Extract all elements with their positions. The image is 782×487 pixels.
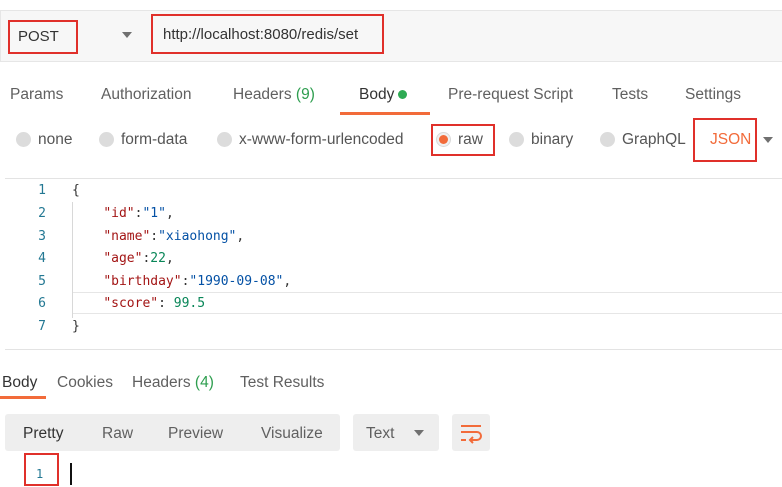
text-cursor bbox=[70, 463, 72, 485]
response-line-number: 1 bbox=[36, 467, 44, 481]
response-tab-test-results[interactable]: Test Results bbox=[240, 374, 324, 392]
code-line: "age":22, bbox=[72, 251, 174, 266]
response-tab-cookies[interactable]: Cookies bbox=[57, 374, 113, 392]
radio-none-label[interactable]: none bbox=[38, 131, 72, 149]
code-line: { bbox=[72, 183, 80, 198]
line-number: 6 bbox=[38, 296, 46, 311]
tab-body[interactable]: Body bbox=[359, 86, 408, 104]
format-select-label: Text bbox=[366, 425, 395, 442]
json-value: "1" bbox=[142, 206, 166, 221]
tab-authorization-label: Authorization bbox=[101, 86, 192, 103]
view-preview-button[interactable]: Preview bbox=[168, 425, 223, 443]
tab-settings[interactable]: Settings bbox=[685, 86, 741, 104]
tab-tests-label: Tests bbox=[612, 86, 649, 103]
response-headers-count-badge: (4) bbox=[194, 374, 214, 391]
json-sep: : bbox=[158, 296, 174, 311]
view-visualize-button[interactable]: Visualize bbox=[261, 425, 323, 443]
method-label: POST bbox=[18, 28, 59, 45]
headers-count-badge: (9) bbox=[295, 86, 315, 103]
code-line: } bbox=[72, 319, 80, 334]
radio-form-data[interactable] bbox=[99, 132, 114, 147]
chevron-down-icon[interactable] bbox=[414, 430, 424, 436]
json-comma: , bbox=[236, 229, 245, 244]
json-comma: , bbox=[165, 206, 174, 221]
response-tab-cookies-label: Cookies bbox=[57, 374, 113, 391]
json-comma: , bbox=[283, 274, 292, 289]
method-select[interactable]: POST bbox=[8, 20, 78, 54]
language-select[interactable]: JSON bbox=[710, 131, 751, 149]
json-comma: , bbox=[165, 251, 174, 266]
tab-params[interactable]: Params bbox=[10, 86, 63, 104]
line-number: 2 bbox=[38, 206, 46, 221]
response-tab-headers[interactable]: Headers (4) bbox=[132, 374, 214, 392]
tab-pre-request-label: Pre-request Script bbox=[448, 86, 573, 103]
request-bar bbox=[0, 10, 782, 62]
open-brace: { bbox=[72, 183, 80, 198]
json-value: 22 bbox=[150, 251, 166, 266]
response-active-tab-indicator bbox=[0, 396, 46, 399]
tab-tests[interactable]: Tests bbox=[612, 86, 648, 104]
radio-raw-label[interactable]: raw bbox=[458, 131, 483, 149]
line-number: 1 bbox=[38, 183, 46, 198]
url-input[interactable]: http://localhost:8080/redis/set bbox=[151, 14, 384, 54]
json-key: "age" bbox=[103, 251, 143, 266]
chevron-down-icon[interactable] bbox=[122, 32, 132, 38]
line-number: 7 bbox=[38, 319, 46, 334]
radio-raw[interactable] bbox=[436, 132, 451, 147]
line-number: 4 bbox=[38, 251, 46, 266]
wrap-lines-button[interactable] bbox=[452, 414, 490, 451]
wrap-lines-icon bbox=[461, 425, 482, 444]
radio-urlencoded[interactable] bbox=[217, 132, 232, 147]
json-key: "birthday" bbox=[103, 274, 182, 289]
response-tab-body[interactable]: Body bbox=[2, 374, 37, 392]
line-number: 3 bbox=[38, 229, 46, 244]
json-sep: : bbox=[150, 229, 159, 244]
line-number: 5 bbox=[38, 274, 46, 289]
close-brace: } bbox=[72, 319, 80, 334]
code-line: "id":"1", bbox=[72, 206, 174, 221]
response-tab-body-label: Body bbox=[2, 374, 38, 391]
code-line: "score": 99.5 bbox=[72, 296, 205, 311]
tab-settings-label: Settings bbox=[685, 86, 742, 103]
json-value: "xiaohong" bbox=[158, 229, 237, 244]
view-pretty-button[interactable]: Pretty bbox=[23, 425, 63, 443]
status-dot-icon bbox=[398, 90, 408, 100]
radio-binary[interactable] bbox=[509, 132, 524, 147]
tab-pre-request-script[interactable]: Pre-request Script bbox=[448, 86, 573, 104]
chevron-down-icon[interactable] bbox=[763, 137, 773, 143]
response-tab-headers-label: Headers bbox=[132, 374, 191, 391]
radio-graphql[interactable] bbox=[600, 132, 615, 147]
url-text: http://localhost:8080/redis/set bbox=[163, 26, 359, 43]
tab-authorization[interactable]: Authorization bbox=[101, 86, 191, 104]
radio-graphql-label[interactable]: GraphQL bbox=[622, 131, 686, 149]
radio-urlencoded-label[interactable]: x-www-form-urlencoded bbox=[239, 131, 404, 149]
json-key: "score" bbox=[103, 296, 159, 311]
response-tab-test-results-label: Test Results bbox=[240, 374, 325, 391]
json-value: "1990-09-08" bbox=[189, 274, 284, 289]
code-line: "birthday":"1990-09-08", bbox=[72, 274, 291, 289]
radio-none[interactable] bbox=[16, 132, 31, 147]
code-line: "name":"xiaohong", bbox=[72, 229, 244, 244]
tab-headers[interactable]: Headers (9) bbox=[233, 86, 315, 104]
radio-binary-label[interactable]: binary bbox=[531, 131, 573, 149]
radio-form-data-label[interactable]: form-data bbox=[121, 131, 187, 149]
json-value: 99.5 bbox=[173, 296, 206, 311]
tab-params-label: Params bbox=[10, 86, 64, 103]
tab-headers-label: Headers bbox=[233, 86, 292, 103]
json-key: "name" bbox=[103, 229, 151, 244]
json-key: "id" bbox=[103, 206, 135, 221]
view-raw-button[interactable]: Raw bbox=[102, 425, 133, 443]
tab-body-label: Body bbox=[359, 86, 395, 103]
active-tab-indicator bbox=[340, 112, 430, 115]
